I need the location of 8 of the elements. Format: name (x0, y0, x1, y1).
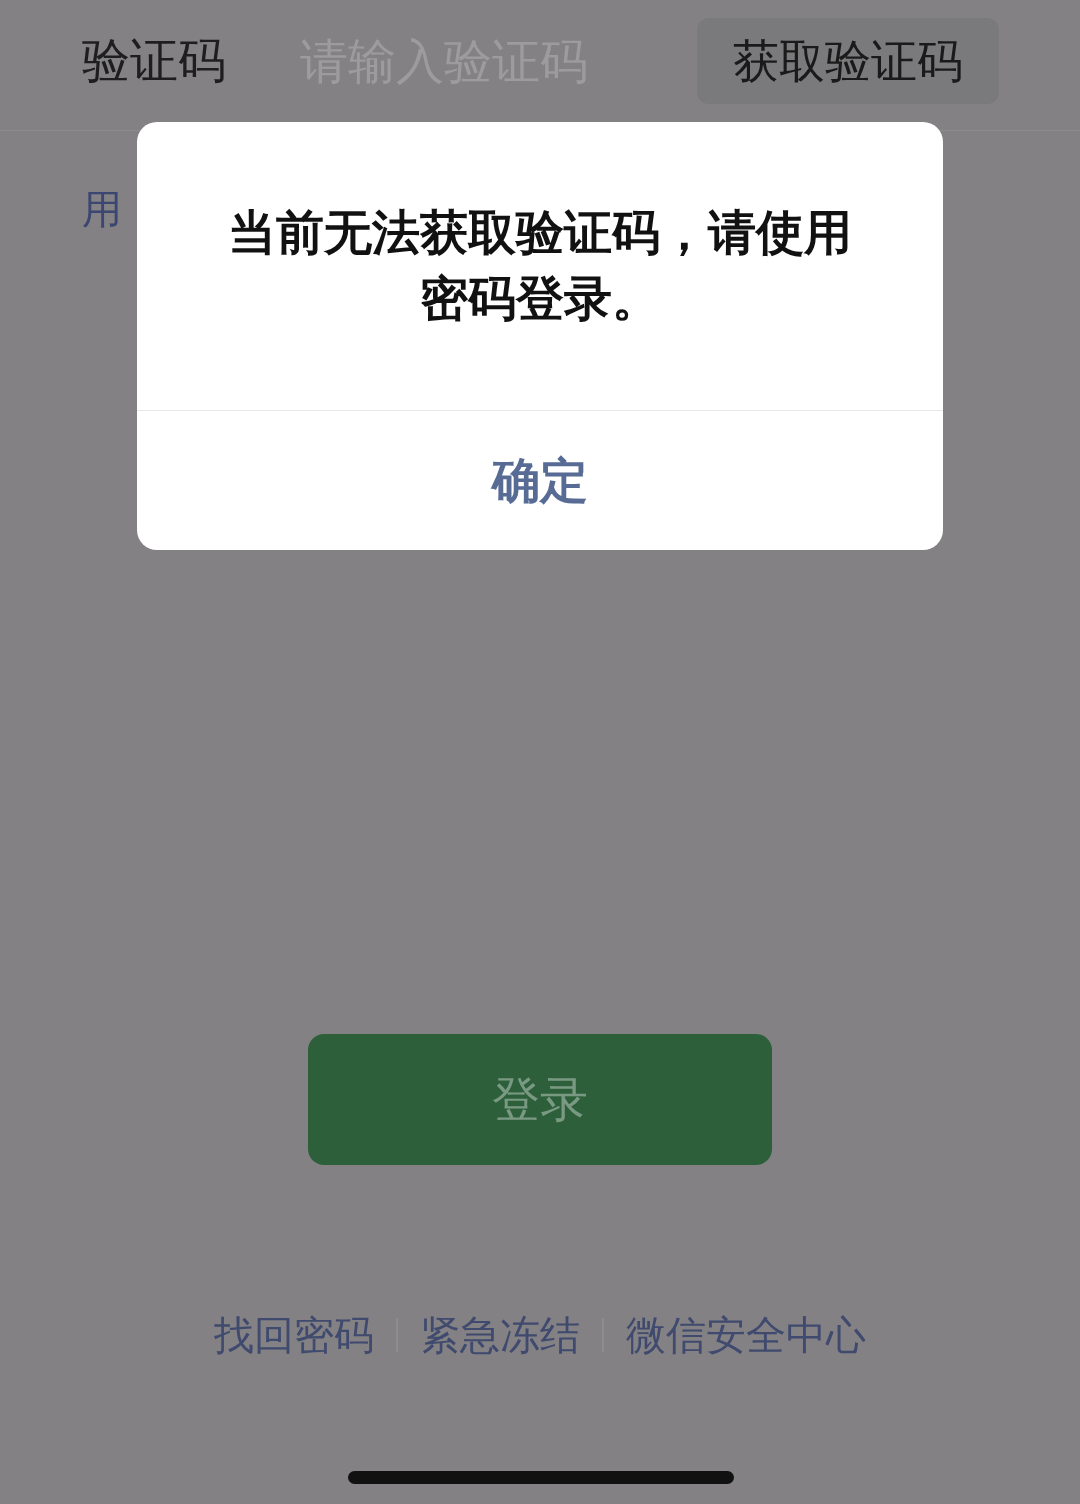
field-label: 验证码 (82, 37, 227, 85)
password-login-link[interactable]: 用 (82, 187, 122, 231)
footer-link[interactable]: 微信安全中心 (626, 1315, 866, 1355)
dialog-message: 当前无法获取验证码，请使用密码登录。 (227, 205, 853, 327)
get-code-button[interactable]: 获取验证码 (697, 18, 999, 104)
confirm-button[interactable]: 确定 (137, 410, 943, 550)
footer-link[interactable]: 找回密码 (214, 1315, 374, 1355)
footer-link[interactable]: 紧急冻结 (420, 1315, 580, 1355)
